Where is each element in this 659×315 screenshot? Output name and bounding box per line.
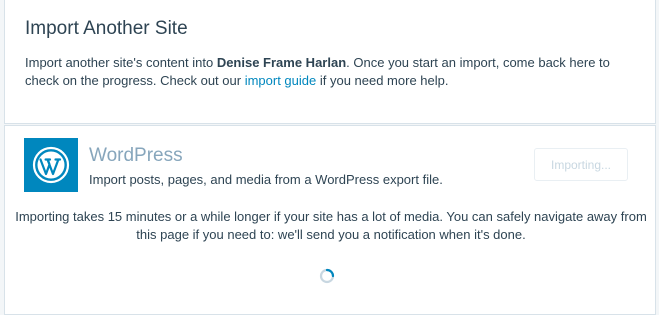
- importer-description: Import posts, pages, and media from a Wo…: [89, 172, 443, 187]
- intro-suffix: if you need more help.: [316, 73, 449, 88]
- import-header-card: Import Another Site Import another site'…: [4, 0, 656, 124]
- page-title: Import Another Site: [25, 18, 188, 39]
- importing-button[interactable]: Importing...: [534, 148, 628, 181]
- import-guide-link[interactable]: import guide: [245, 73, 317, 88]
- site-name: Denise Frame Harlan: [216, 55, 347, 70]
- wordpress-importer-card: WordPress Import posts, pages, and media…: [4, 125, 656, 315]
- wordpress-logo-icon: [24, 138, 78, 192]
- importer-title: WordPress: [89, 145, 183, 166]
- intro-text: Import another site's content into Denis…: [25, 54, 625, 90]
- import-progress-message: Importing takes 15 minutes or a while lo…: [15, 209, 647, 242]
- intro-prefix: Import another site's content into: [25, 55, 217, 70]
- loading-spinner-icon: [319, 268, 335, 284]
